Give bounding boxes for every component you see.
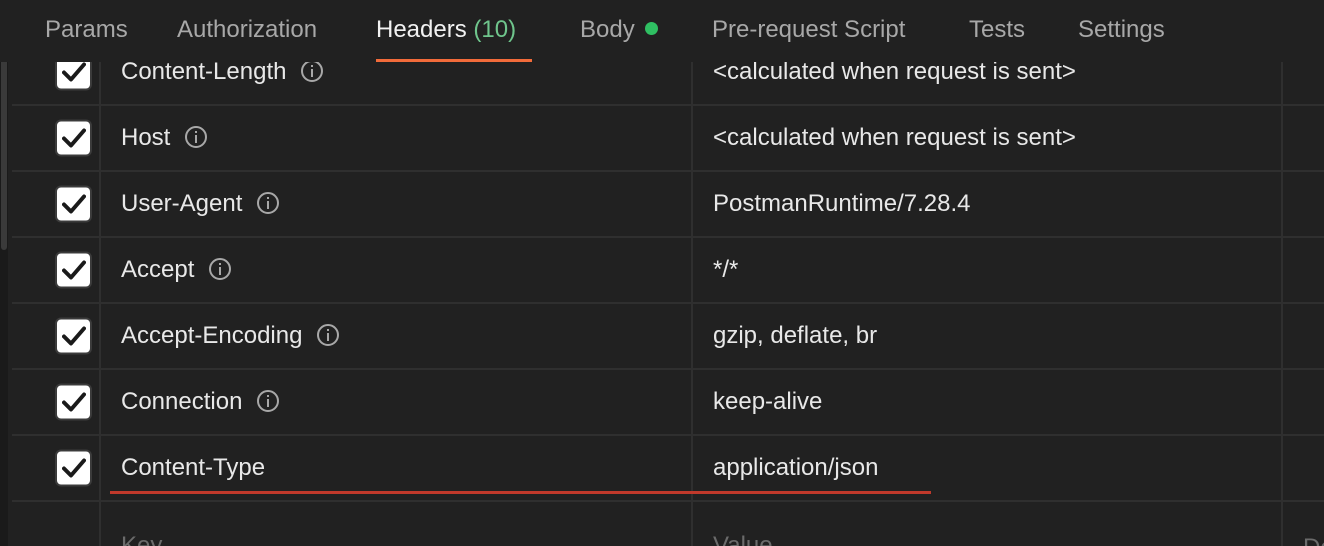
key-placeholder: Key	[121, 532, 163, 546]
left-edge-strip	[0, 0, 8, 546]
tab-params[interactable]: Params	[45, 0, 128, 62]
row-value-cell[interactable]: gzip, deflate, br	[693, 304, 1283, 368]
checkmark-icon	[62, 260, 86, 280]
row-enabled-checkbox[interactable]	[55, 383, 92, 421]
info-icon[interactable]	[316, 323, 340, 347]
tab-authorization-label: Authorization	[177, 16, 318, 43]
row-description-cell[interactable]	[1283, 370, 1324, 434]
row-enabled-checkbox[interactable]	[55, 251, 92, 289]
info-icon[interactable]	[256, 191, 280, 215]
headers-count-badge: (10)	[473, 16, 517, 43]
new-description-input[interactable]: De	[1283, 502, 1324, 546]
row-checkbox-cell	[12, 370, 101, 434]
row-description-cell[interactable]	[1283, 238, 1324, 302]
checkmark-icon	[62, 128, 86, 148]
row-value-text: keep-alive	[713, 388, 823, 415]
tab-headers-label: Headers	[376, 16, 467, 43]
tab-body-label: Body	[580, 16, 635, 43]
tab-settings-label: Settings	[1078, 16, 1165, 43]
row-description-cell[interactable]	[1283, 436, 1324, 500]
row-enabled-checkbox[interactable]	[55, 185, 92, 223]
description-placeholder: De	[1303, 534, 1324, 546]
body-status-dot-icon	[644, 22, 658, 35]
row-key-cell[interactable]: User-Agent	[101, 172, 693, 236]
tab-pre-request-script[interactable]: Pre-request Script	[712, 0, 905, 62]
row-value-text: <calculated when request is sent>	[713, 124, 1076, 151]
row-key-text: Accept	[121, 256, 195, 283]
headers-panel: Params Authorization Headers (10) Body P…	[0, 0, 1324, 546]
value-placeholder: Value	[713, 532, 773, 546]
table-row: Accept-Encoding gzip, deflate, br	[12, 304, 1324, 370]
info-icon[interactable]	[184, 125, 208, 149]
tab-tests-label: Tests	[969, 16, 1026, 43]
row-value-text: gzip, deflate, br	[713, 322, 878, 349]
checkmark-icon	[62, 392, 86, 412]
request-tab-bar: Params Authorization Headers (10) Body P…	[0, 0, 1324, 62]
tab-pre-request-script-label: Pre-request Script	[712, 16, 906, 43]
content-type-highlight-underline	[110, 491, 931, 494]
row-key-cell[interactable]: Connection	[101, 370, 693, 434]
row-key-cell[interactable]: Accept-Encoding	[101, 304, 693, 368]
tab-headers[interactable]: Headers (10)	[376, 0, 532, 62]
row-value-text: <calculated when request is sent>	[713, 58, 1076, 85]
checkmark-icon	[62, 326, 86, 346]
row-value-text: PostmanRuntime/7.28.4	[713, 190, 971, 217]
row-key-text: Accept-Encoding	[121, 322, 303, 349]
row-value-text: application/json	[713, 454, 879, 481]
info-icon[interactable]	[208, 257, 232, 281]
row-key-text: Content-Type	[121, 454, 266, 481]
table-row: Connection keep-alive	[12, 370, 1324, 436]
row-value-cell[interactable]: */*	[693, 238, 1283, 302]
row-checkbox-cell	[12, 106, 101, 170]
row-key-text: User-Agent	[121, 190, 243, 217]
info-icon[interactable]	[300, 59, 324, 83]
tab-authorization[interactable]: Authorization	[177, 0, 317, 62]
tab-settings[interactable]: Settings	[1078, 0, 1165, 62]
row-checkbox-cell	[12, 436, 101, 500]
row-description-cell[interactable]	[1283, 106, 1324, 170]
row-key-text: Content-Length	[121, 58, 287, 85]
checkmark-icon	[62, 194, 86, 214]
row-value-cell[interactable]: PostmanRuntime/7.28.4	[693, 172, 1283, 236]
row-checkbox-cell	[12, 238, 101, 302]
info-icon[interactable]	[256, 389, 280, 413]
row-key-text: Connection	[121, 388, 243, 415]
row-key-cell[interactable]: Accept	[101, 238, 693, 302]
tab-body[interactable]: Body	[580, 0, 658, 62]
row-description-cell[interactable]	[1283, 304, 1324, 368]
row-enabled-checkbox[interactable]	[55, 317, 92, 355]
new-value-input[interactable]: Value	[693, 502, 1283, 546]
row-checkbox-cell	[12, 502, 101, 546]
new-header-row: Key Value De	[12, 502, 1324, 546]
row-checkbox-cell	[12, 304, 101, 368]
row-description-cell[interactable]	[1283, 172, 1324, 236]
row-key-text: Host	[121, 124, 171, 151]
checkmark-icon	[62, 62, 86, 82]
row-value-cell[interactable]: <calculated when request is sent>	[693, 106, 1283, 170]
checkmark-icon	[62, 458, 86, 478]
active-tab-indicator	[376, 59, 532, 62]
table-row: User-Agent PostmanRuntime/7.28.4	[12, 172, 1324, 238]
row-enabled-checkbox[interactable]	[55, 449, 92, 487]
row-value-cell[interactable]: keep-alive	[693, 370, 1283, 434]
row-enabled-checkbox[interactable]	[55, 119, 92, 157]
table-row: Accept */*	[12, 238, 1324, 304]
tab-tests[interactable]: Tests	[969, 0, 1025, 62]
table-row: Host <calculated when request is sent>	[12, 106, 1324, 172]
row-key-cell[interactable]: Host	[101, 106, 693, 170]
row-checkbox-cell	[12, 172, 101, 236]
new-key-input[interactable]: Key	[101, 502, 693, 546]
tab-params-label: Params	[45, 16, 128, 43]
row-value-text: */*	[713, 256, 739, 283]
